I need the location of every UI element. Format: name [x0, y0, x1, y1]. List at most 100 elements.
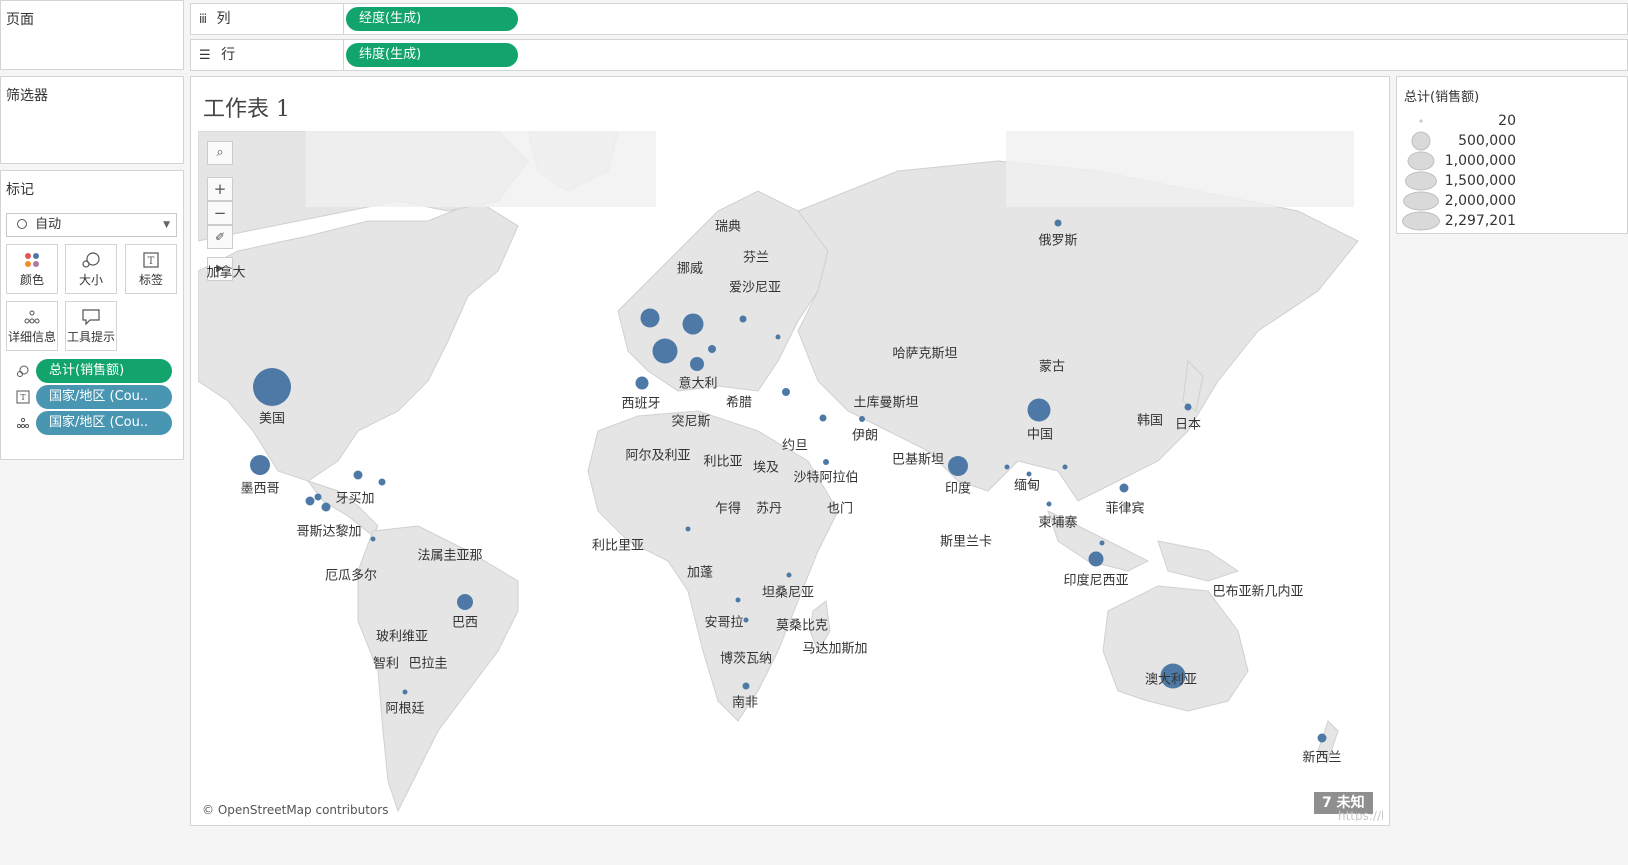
- sales-bubble[interactable]: [635, 376, 649, 390]
- columns-shelf-label: iii 列: [191, 4, 344, 34]
- sales-bubble[interactable]: [457, 594, 473, 610]
- columns-label: 列: [216, 11, 231, 27]
- country-label: 芬兰: [742, 250, 770, 266]
- sales-bubble[interactable]: [1046, 501, 1052, 507]
- sales-bubble[interactable]: [682, 313, 704, 335]
- sales-bubble[interactable]: [253, 368, 291, 406]
- sales-bubble[interactable]: [1054, 219, 1062, 227]
- sales-bubble[interactable]: [948, 456, 968, 476]
- size-icon: [66, 245, 116, 271]
- label-label: 标签: [138, 273, 163, 287]
- marks-field-label[interactable]: T 国家/地区 (Cou..: [1, 385, 185, 409]
- mark-type-circle-icon: [17, 219, 27, 229]
- sales-bubble[interactable]: [1062, 464, 1068, 470]
- marks-title: 标记: [6, 182, 34, 198]
- mark-type-dropdown[interactable]: 自动 ▼: [6, 213, 177, 237]
- sales-bubble[interactable]: [782, 388, 790, 396]
- sales-bubble[interactable]: [739, 315, 747, 323]
- legend-circle: [1402, 211, 1440, 231]
- country-label-pill[interactable]: 国家/地区 (Cou..: [36, 385, 172, 409]
- pin-icon[interactable]: ✐: [207, 225, 233, 249]
- country-label: 坦桑尼亚: [761, 585, 815, 601]
- country-label: 突尼斯: [671, 414, 711, 430]
- zoom-out-icon[interactable]: −: [207, 201, 233, 225]
- sales-bubble[interactable]: [690, 357, 704, 371]
- latitude-pill[interactable]: 纬度(生成): [346, 43, 518, 67]
- sales-bubble[interactable]: [819, 414, 827, 422]
- sales-bubble[interactable]: [353, 470, 363, 480]
- sales-bubble[interactable]: [735, 597, 741, 603]
- country-label: 缅甸: [1013, 478, 1041, 494]
- watermark-text: https://blog.csdn.net/AvenueCyy: [1338, 809, 1383, 821]
- country-label: 约旦: [781, 438, 809, 454]
- svg-text:T: T: [148, 256, 155, 267]
- sales-bubble[interactable]: [250, 455, 270, 475]
- size-button[interactable]: 大小: [65, 244, 117, 294]
- detail-label: 详细信息: [7, 330, 56, 344]
- color-dots-icon: [7, 245, 57, 271]
- sales-bubble[interactable]: [685, 526, 691, 532]
- sales-bubble[interactable]: [1088, 551, 1104, 567]
- sales-bubble[interactable]: [305, 496, 315, 506]
- marks-field-size[interactable]: 总计(销售额): [1, 359, 185, 383]
- sales-bubble[interactable]: [743, 617, 749, 623]
- zoom-in-icon[interactable]: +: [207, 177, 233, 201]
- country-label: 印度尼西亚: [1063, 573, 1129, 589]
- sales-total-pill[interactable]: 总计(销售额): [36, 359, 172, 383]
- sales-bubble[interactable]: [652, 338, 678, 364]
- sales-bubble[interactable]: [1027, 398, 1051, 422]
- country-label: 新西兰: [1302, 750, 1342, 766]
- rows-shelf[interactable]: ☰ 行 纬度(生成): [190, 39, 1628, 71]
- sales-bubble[interactable]: [708, 345, 716, 353]
- country-label: 玻利维亚: [375, 629, 429, 645]
- tooltip-button[interactable]: 工具提示: [65, 301, 117, 351]
- country-label: 智利: [372, 656, 400, 672]
- country-detail-pill[interactable]: 国家/地区 (Cou..: [36, 411, 172, 435]
- sales-bubble[interactable]: [314, 493, 322, 501]
- sales-bubble[interactable]: [1317, 733, 1327, 743]
- sales-bubble[interactable]: [823, 459, 829, 465]
- country-label: 哈萨克斯坦: [892, 346, 958, 362]
- sales-bubble[interactable]: [786, 572, 792, 578]
- marks-field-detail[interactable]: 国家/地区 (Cou..: [1, 411, 185, 435]
- sales-bubble[interactable]: [1004, 464, 1010, 470]
- country-label: 利比亚: [703, 454, 743, 470]
- sales-bubble[interactable]: [1184, 403, 1192, 411]
- legend-row-2: 1,000,000: [1397, 151, 1628, 171]
- legend-circle: [1405, 171, 1437, 191]
- sales-bubble[interactable]: [370, 536, 376, 542]
- columns-shelf[interactable]: iii 列 经度(生成): [190, 3, 1628, 35]
- marks-panel: 标记 自动 ▼ 颜色 大小 T 标签 详细信息 工具提示 总计(销售额) T 国…: [0, 170, 184, 460]
- rows-label: 行: [221, 47, 236, 63]
- country-label: 利比里亚: [591, 538, 645, 554]
- sales-bubble[interactable]: [775, 334, 781, 340]
- country-label: 柬埔寨: [1038, 515, 1078, 531]
- country-label: 蒙古: [1038, 359, 1066, 375]
- legend-circle: [1411, 131, 1431, 151]
- country-label: 加拿大: [206, 265, 246, 281]
- color-button[interactable]: 颜色: [6, 244, 58, 294]
- size-field-icon: [16, 363, 30, 382]
- sales-bubble[interactable]: [859, 416, 865, 422]
- sales-bubble[interactable]: [378, 478, 386, 486]
- country-label: 牙买加: [335, 491, 375, 507]
- country-label: 土库曼斯坦: [853, 395, 919, 411]
- sales-bubble[interactable]: [1099, 540, 1105, 546]
- map-view[interactable]: ⌕ + − ✐ ▶ 加拿大 瑞典 挪威 芬兰 爱沙尼亚 俄罗斯 哈萨克斯坦 蒙古 美国 西班牙 意大…: [198, 131, 1383, 821]
- mark-type-label: 自动: [35, 217, 62, 232]
- detail-button[interactable]: 详细信息: [6, 301, 58, 351]
- sales-bubble[interactable]: [640, 308, 660, 328]
- country-label: 阿尔及利亚: [625, 448, 691, 464]
- sales-bubble[interactable]: [1119, 483, 1129, 493]
- country-label: 加蓬: [686, 565, 714, 581]
- sales-bubble[interactable]: [321, 502, 331, 512]
- longitude-pill[interactable]: 经度(生成): [346, 7, 518, 31]
- size-label: 大小: [78, 273, 103, 287]
- sales-bubble[interactable]: [742, 682, 750, 690]
- label-button[interactable]: T 标签: [125, 244, 177, 294]
- country-label: 希腊: [725, 395, 753, 411]
- filters-panel[interactable]: 筛选器: [0, 76, 184, 164]
- country-label: 厄瓜多尔: [324, 568, 378, 584]
- search-icon[interactable]: ⌕: [207, 141, 233, 165]
- sales-bubble[interactable]: [402, 689, 408, 695]
